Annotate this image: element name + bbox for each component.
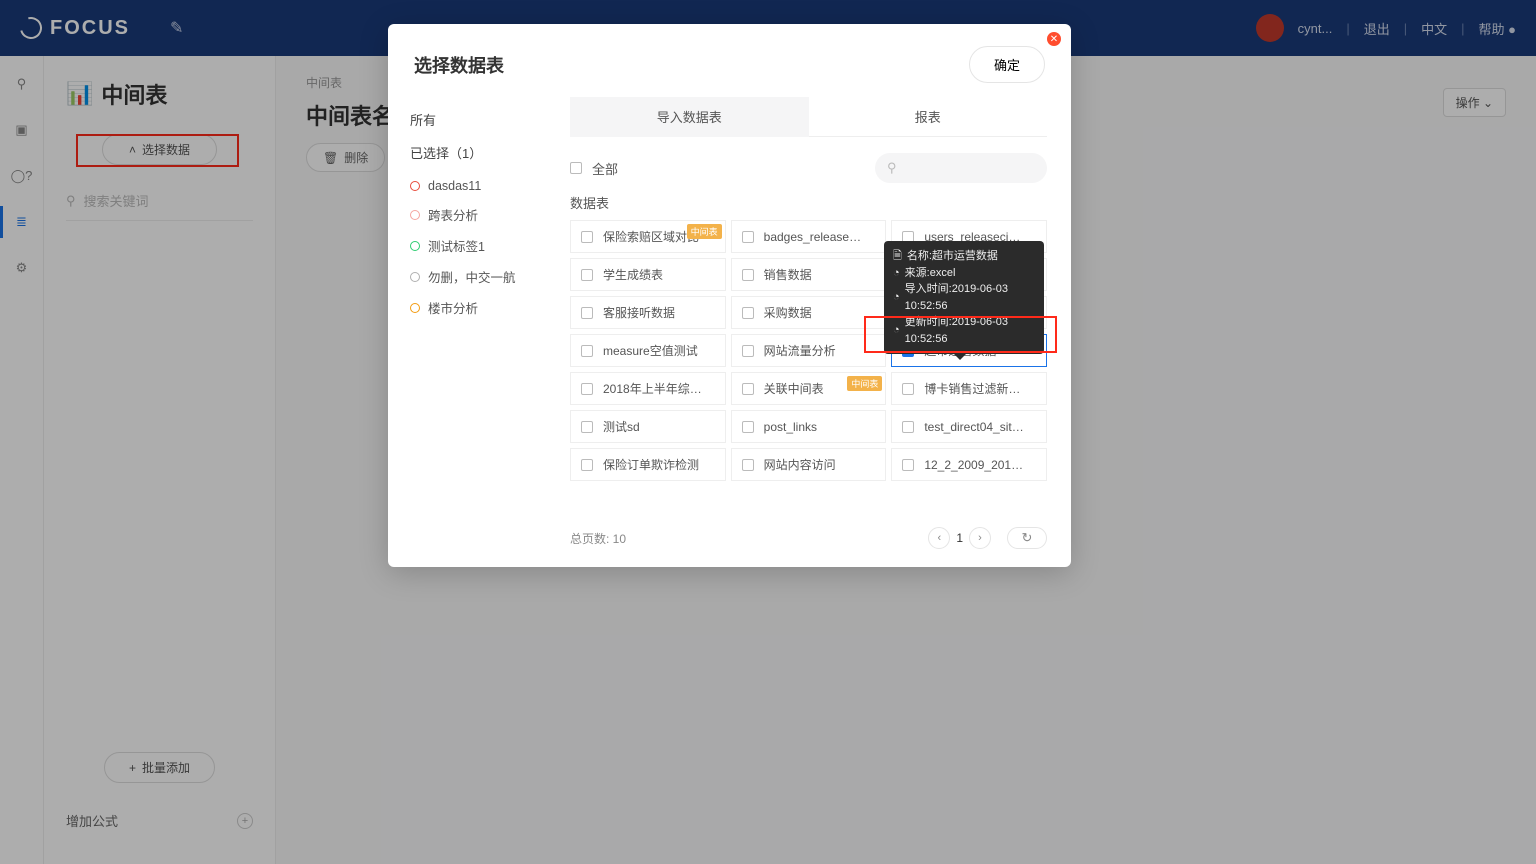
tab-report[interactable]: 报表	[809, 97, 1048, 137]
file-icon: 🗎	[893, 248, 902, 265]
table-label: 网站内容访问	[764, 456, 836, 473]
table-cell[interactable]: 保险索赔区域对比中间表	[570, 220, 726, 253]
tables-section-label: 数据表	[570, 193, 1047, 212]
modal-title: 选择数据表	[414, 52, 504, 78]
table-cell[interactable]: 采购数据	[731, 296, 887, 329]
table-checkbox[interactable]	[902, 459, 914, 471]
table-label: measure空值测试	[603, 342, 698, 359]
clock-icon: ◔	[893, 322, 900, 339]
search-icon: ⚲	[887, 160, 897, 176]
table-checkbox[interactable]	[581, 269, 593, 281]
table-cell[interactable]: 12_2_2009_2017年G...	[891, 448, 1047, 481]
table-checkbox[interactable]	[581, 307, 593, 319]
table-cell[interactable]: 网站内容访问	[731, 448, 887, 481]
select-all-checkbox[interactable]	[570, 162, 582, 174]
tag-dot-icon	[410, 181, 420, 191]
badge-mid: 中间表	[847, 376, 882, 391]
clock-icon: ◔	[893, 289, 900, 306]
table-checkbox[interactable]	[742, 345, 754, 357]
next-page-button[interactable]: ›	[969, 527, 991, 549]
table-search-input[interactable]: ⚲	[875, 153, 1047, 183]
tag-dot-icon	[410, 210, 420, 220]
table-label: 保险订单欺诈检测	[603, 456, 699, 473]
refresh-button[interactable]: ↻	[1007, 527, 1047, 549]
table-cell[interactable]: 测试sd	[570, 410, 726, 443]
current-page: 1	[956, 531, 963, 545]
table-cell[interactable]: 2018年上半年综合明...	[570, 372, 726, 405]
table-checkbox[interactable]	[581, 231, 593, 243]
table-checkbox[interactable]	[742, 269, 754, 281]
tag-item[interactable]: dasdas11	[410, 173, 556, 199]
table-cell[interactable]: 学生成绩表	[570, 258, 726, 291]
tag-item[interactable]: 测试标签1	[410, 230, 556, 261]
table-checkbox[interactable]	[742, 307, 754, 319]
table-checkbox[interactable]	[742, 421, 754, 433]
tag-item[interactable]: 楼市分析	[410, 292, 556, 323]
table-label: post_links	[764, 420, 817, 434]
table-checkbox[interactable]	[581, 345, 593, 357]
table-label: badges_releaseci_m8...	[764, 230, 864, 244]
table-cell[interactable]: measure空值测试	[570, 334, 726, 367]
table-label: 保险索赔区域对比	[603, 228, 699, 245]
table-cell[interactable]: 博卡销售过滤新增数据...	[891, 372, 1047, 405]
tag-dot-icon	[410, 241, 420, 251]
table-label: 客服接听数据	[603, 304, 675, 321]
table-cell[interactable]: test_direct04_sit_m5...	[891, 410, 1047, 443]
table-label: 2018年上半年综合明...	[603, 380, 703, 397]
table-checkbox[interactable]	[581, 383, 593, 395]
table-label: 博卡销售过滤新增数据...	[924, 380, 1024, 397]
category-column: 所有 已选择（1） dasdas11 跨表分析测试标签1 勿删，中交一航楼市分析	[388, 97, 556, 549]
clock-icon: ◔	[893, 265, 900, 282]
tab-import[interactable]: 导入数据表	[570, 97, 809, 137]
tag-label: 勿删，中交一航	[428, 267, 516, 286]
table-cell[interactable]: post_links	[731, 410, 887, 443]
table-label: 测试sd	[603, 418, 640, 435]
tag-dot-icon	[410, 303, 420, 313]
close-button[interactable]: ✕	[1047, 32, 1061, 46]
table-label: 采购数据	[764, 304, 812, 321]
table-checkbox[interactable]	[742, 231, 754, 243]
table-label: 网站流量分析	[764, 342, 836, 359]
table-cell[interactable]: 销售数据	[731, 258, 887, 291]
tag-label: 跨表分析	[428, 205, 478, 224]
total-pages: 总页数: 10	[570, 530, 626, 547]
tag-label: 测试标签1	[428, 236, 485, 255]
select-all-label: 全部	[592, 159, 618, 178]
table-checkbox[interactable]	[742, 459, 754, 471]
badge-mid: 中间表	[687, 224, 722, 239]
prev-page-button[interactable]: ‹	[928, 527, 950, 549]
tag-dot-icon	[410, 272, 420, 282]
table-checkbox[interactable]	[581, 459, 593, 471]
tag-label: dasdas11	[428, 179, 481, 193]
table-cell[interactable]: 关联中间表 中间表	[731, 372, 887, 405]
tag-label: 楼市分析	[428, 298, 478, 317]
table-checkbox[interactable]	[581, 421, 593, 433]
table-label: 销售数据	[764, 266, 812, 283]
tag-item[interactable]: 跨表分析	[410, 199, 556, 230]
table-cell[interactable]: 客服接听数据	[570, 296, 726, 329]
table-label: test_direct04_sit_m5...	[924, 420, 1024, 434]
tag-item[interactable]: 勿删，中交一航	[410, 261, 556, 292]
cat-selected[interactable]: 已选择（1）	[410, 136, 556, 169]
table-cell[interactable]: badges_releaseci_m8...	[731, 220, 887, 253]
table-cell[interactable]: 保险订单欺诈检测	[570, 448, 726, 481]
table-checkbox[interactable]	[902, 421, 914, 433]
table-checkbox[interactable]	[902, 383, 914, 395]
cat-all[interactable]: 所有	[410, 103, 556, 136]
table-label: 12_2_2009_2017年G...	[924, 456, 1024, 473]
table-cell[interactable]: 网站流量分析	[731, 334, 887, 367]
table-info-tooltip: 🗎名称:超市运营数据 ◔来源:excel ◔导入时间:2019-06-03 10…	[884, 241, 1044, 354]
table-label: 学生成绩表	[603, 266, 663, 283]
table-checkbox[interactable]	[742, 383, 754, 395]
table-label: 关联中间表	[764, 380, 824, 397]
confirm-button[interactable]: 确定	[969, 46, 1045, 83]
